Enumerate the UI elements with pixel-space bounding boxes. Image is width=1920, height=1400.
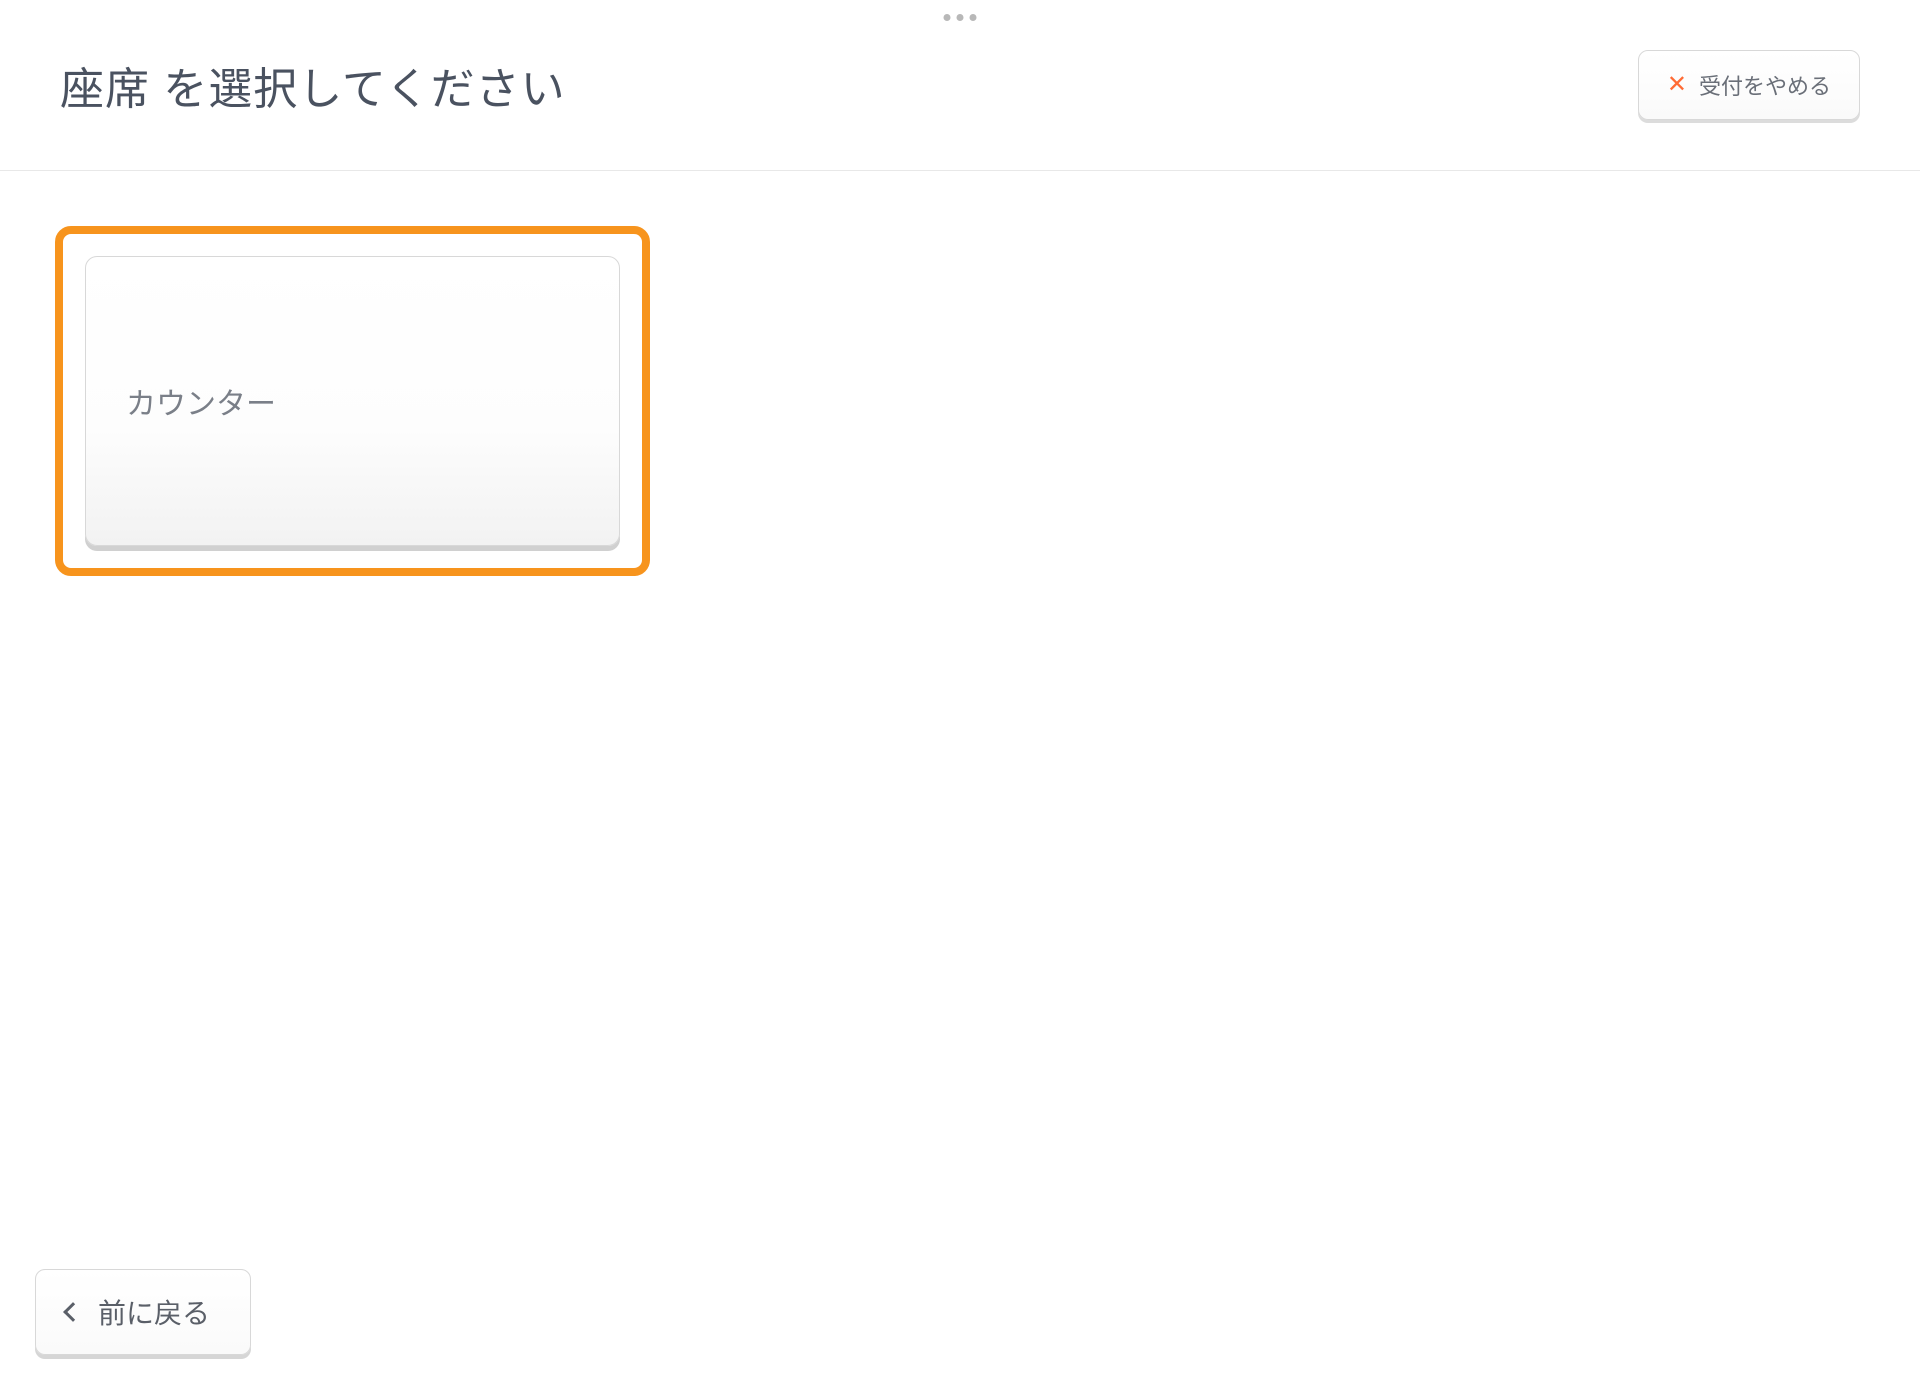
content-area: カウンター — [0, 171, 1920, 631]
back-button[interactable]: 前に戻る — [35, 1269, 251, 1355]
footer: 前に戻る — [35, 1269, 251, 1355]
seat-highlight-frame: カウンター — [55, 226, 650, 576]
close-icon: ✕ — [1667, 73, 1687, 97]
seat-option-counter[interactable]: カウンター — [85, 256, 620, 546]
chevron-left-icon — [63, 1302, 83, 1322]
page-title: 座席 を選択してください — [60, 53, 566, 117]
header: 座席 を選択してください ✕ 受付をやめる — [0, 0, 1920, 171]
seat-option-label: カウンター — [126, 379, 276, 423]
back-button-label: 前に戻る — [98, 1292, 210, 1332]
cancel-reception-button[interactable]: ✕ 受付をやめる — [1638, 50, 1860, 120]
cancel-button-label: 受付をやめる — [1699, 69, 1831, 101]
